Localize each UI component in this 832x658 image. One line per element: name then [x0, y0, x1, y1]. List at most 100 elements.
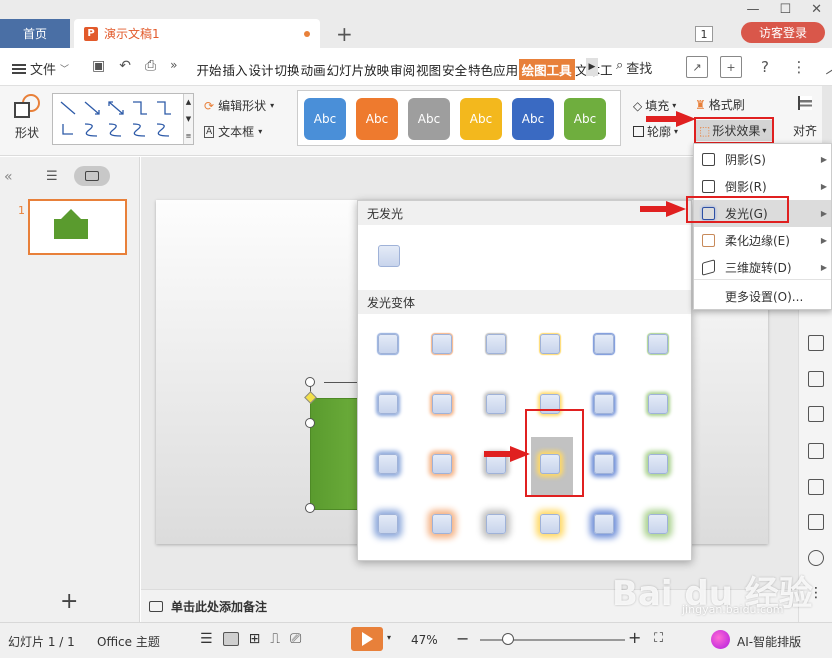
properties-icon[interactable]	[808, 335, 824, 351]
fit-window-icon[interactable]: ⛶	[654, 631, 663, 646]
shape-style-2[interactable]: Abc	[356, 98, 398, 140]
tab-transition[interactable]: 切换	[274, 60, 300, 79]
glow-variant-option[interactable]	[378, 514, 398, 534]
maximize-icon[interactable]: ☐	[779, 2, 791, 17]
tab-document[interactable]: P 演示文稿1	[74, 19, 320, 48]
collaborate-icon[interactable]: +	[720, 56, 742, 78]
tab-animation[interactable]: 动画	[300, 60, 326, 79]
shape-button[interactable]: 形状	[8, 94, 46, 150]
collapse-pane-icon[interactable]: «	[4, 169, 13, 185]
glow-variant-option[interactable]	[594, 394, 614, 414]
glow-variant-option[interactable]	[540, 514, 560, 534]
undo-icon[interactable]: ↶	[119, 58, 131, 74]
more-options-icon[interactable]: ⋮	[788, 56, 810, 78]
tab-features[interactable]: 特色应用	[468, 60, 519, 79]
zoom-slider-knob[interactable]	[502, 633, 514, 645]
glow-variant-option[interactable]	[432, 514, 452, 534]
glow-variant-option[interactable]	[486, 514, 506, 534]
glow-variant-option[interactable]	[486, 334, 506, 354]
save-icon[interactable]: ▣	[92, 58, 105, 74]
zoom-in-icon[interactable]: +	[628, 628, 641, 647]
gallery-scroll[interactable]: ▲ ▼ ≡	[183, 94, 193, 144]
line-shapes-gallery[interactable]: ▲ ▼ ≡	[52, 93, 194, 145]
ai-layout-label[interactable]: AI-智能排版	[737, 633, 801, 650]
glow-variant-option[interactable]	[378, 334, 398, 354]
menu-item-3d-rotation[interactable]: 三维旋转(D) ▶	[694, 254, 831, 281]
new-tab-button[interactable]: +	[336, 22, 353, 46]
help-icon[interactable]: ?	[754, 56, 776, 78]
tab-review[interactable]: 审阅	[390, 60, 416, 79]
presenter-icon[interactable]: ⎚	[290, 631, 301, 647]
menu-item-more-settings[interactable]: 更多设置(O)...	[694, 283, 831, 310]
shape-style-4[interactable]: Abc	[460, 98, 502, 140]
glow-variant-option[interactable]	[594, 514, 614, 534]
glow-variant-option[interactable]	[432, 394, 452, 414]
glow-variant-option[interactable]	[378, 454, 398, 474]
file-menu[interactable]: 文件 ﹀	[12, 59, 69, 78]
collapse-ribbon-icon[interactable]: ︿	[822, 56, 832, 78]
textbox-button[interactable]: A 文本框 ▾	[204, 123, 262, 140]
slides-icon[interactable]	[808, 514, 824, 530]
minimize-icon[interactable]: —	[746, 2, 759, 17]
tab-home[interactable]: 首页	[0, 19, 70, 48]
glow-variant-option[interactable]	[594, 454, 614, 474]
resize-handle[interactable]	[305, 503, 315, 513]
image-icon[interactable]	[808, 371, 824, 387]
no-glow-option[interactable]	[378, 245, 400, 267]
resize-handle[interactable]	[305, 418, 315, 428]
add-slide-button[interactable]: +	[60, 589, 78, 614]
picture-icon[interactable]	[808, 479, 824, 495]
tab-start[interactable]: 开始	[196, 60, 222, 79]
menu-item-shadow[interactable]: 阴影(S) ▶	[694, 146, 831, 173]
tab-drawing-tools[interactable]: 绘图工具	[518, 59, 575, 80]
ai-layout-icon[interactable]	[711, 630, 730, 649]
share-icon[interactable]: ↗	[686, 56, 708, 78]
play-button[interactable]	[351, 627, 383, 651]
tab-security[interactable]: 安全	[442, 60, 468, 79]
align-button[interactable]: 对齐	[790, 96, 820, 139]
slide-sorter-icon[interactable]: ⊞	[249, 631, 261, 647]
glow-variant-option[interactable]	[648, 394, 668, 414]
notes-toggle-icon[interactable]: ☰	[200, 631, 213, 647]
glow-variant-option[interactable]	[648, 334, 668, 354]
glow-variant-option[interactable]	[540, 334, 560, 354]
tab-insert[interactable]: 插入	[222, 60, 248, 79]
shape-style-3[interactable]: Abc	[408, 98, 450, 140]
play-options-chevron[interactable]: ▾	[387, 633, 391, 642]
slide-thumbnail[interactable]	[28, 199, 127, 255]
more-icon[interactable]: »	[170, 58, 177, 74]
edit-shape-button[interactable]: ⟳ 编辑形状 ▾	[204, 97, 274, 114]
tab-view[interactable]: 视图	[416, 60, 442, 79]
close-icon[interactable]: ✕	[811, 2, 822, 17]
window-count-badge[interactable]: 1	[695, 26, 713, 42]
glow-variant-option[interactable]	[432, 334, 452, 354]
print-icon[interactable]: ⎙	[145, 58, 156, 74]
glow-variant-option[interactable]	[594, 334, 614, 354]
shape-style-1[interactable]: Abc	[304, 98, 346, 140]
tabs-scroll-right[interactable]: ▶	[586, 58, 598, 76]
shape-style-5[interactable]: Abc	[512, 98, 554, 140]
shape-style-6[interactable]: Abc	[564, 98, 606, 140]
reading-view-icon[interactable]: ⎍	[270, 631, 280, 647]
share-icon[interactable]	[808, 406, 824, 422]
glow-variant-option[interactable]	[432, 454, 452, 474]
menu-item-soft-edge[interactable]: 柔化边缘(E) ▶	[694, 227, 831, 254]
theme-name[interactable]: Office 主题	[97, 633, 160, 650]
shield-icon[interactable]	[808, 550, 824, 566]
tab-slideshow[interactable]: 幻灯片放映	[326, 60, 390, 79]
glow-variant-option[interactable]	[648, 514, 668, 534]
transform-icon[interactable]	[808, 443, 824, 459]
resize-handle[interactable]	[305, 377, 315, 387]
normal-view-icon[interactable]	[222, 632, 239, 646]
zoom-level[interactable]: 47%	[411, 633, 438, 647]
tab-design[interactable]: 设计	[248, 60, 274, 79]
glow-variant-option[interactable]	[486, 394, 506, 414]
format-brush-button[interactable]: ♜ 格式刷	[695, 96, 745, 113]
glow-variant-option[interactable]	[648, 454, 668, 474]
zoom-out-icon[interactable]: −	[456, 629, 469, 648]
outline-view-icon[interactable]: ☰	[46, 169, 58, 184]
search-button[interactable]: ⌕ 查找	[616, 58, 652, 77]
thumbnail-view-toggle[interactable]	[74, 166, 110, 186]
glow-variant-option[interactable]	[378, 394, 398, 414]
guest-login-button[interactable]: 访客登录	[741, 22, 825, 43]
